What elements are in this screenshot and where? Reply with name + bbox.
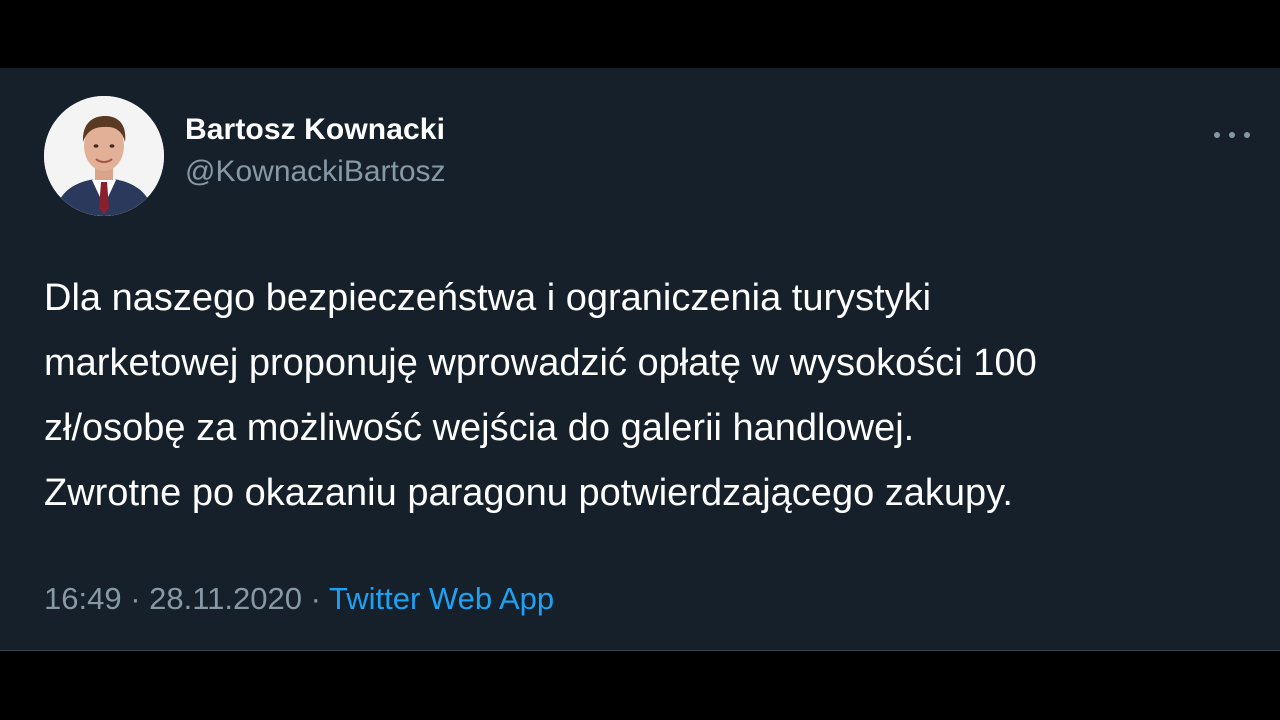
tweet-text: Dla naszego bezpieczeństwa i ograniczeni… (44, 266, 1259, 526)
author-info[interactable]: Bartosz Kownacki @KownackiBartosz (185, 112, 446, 190)
tweet-card: Bartosz Kownacki @KownackiBartosz Dla na… (0, 68, 1280, 651)
author-display-name[interactable]: Bartosz Kownacki (185, 112, 446, 148)
more-horizontal-icon-dot (1229, 132, 1235, 138)
meta-separator: · (302, 581, 329, 616)
tweet-text-line: zł/osobę za możliwość wejścia do galerii… (44, 407, 915, 449)
author-avatar[interactable] (44, 96, 164, 216)
tweet-source-link[interactable]: Twitter Web App (329, 581, 554, 616)
more-horizontal-icon-dot (1244, 132, 1250, 138)
tweet-time[interactable]: 16:49 (44, 581, 122, 616)
more-options-button[interactable] (1214, 123, 1250, 147)
tweet-text-line: marketowej proponuję wprowadzić opłatę w… (44, 342, 1037, 384)
tweet-date[interactable]: 28.11.2020 (149, 581, 302, 616)
author-handle[interactable]: @KownackiBartosz (185, 154, 446, 190)
tweet-text-line: Dla naszego bezpieczeństwa i ograniczeni… (44, 277, 932, 319)
tweet-metadata: 16:49 · 28.11.2020 · Twitter Web App (44, 580, 554, 618)
more-horizontal-icon (1214, 132, 1220, 138)
meta-separator: · (121, 581, 150, 616)
avatar-portrait-icon (44, 96, 164, 216)
video-frame: Bartosz Kownacki @KownackiBartosz Dla na… (0, 0, 1280, 720)
tweet-text-line: Zwrotne po okazaniu paragonu potwierdzaj… (44, 472, 1013, 514)
